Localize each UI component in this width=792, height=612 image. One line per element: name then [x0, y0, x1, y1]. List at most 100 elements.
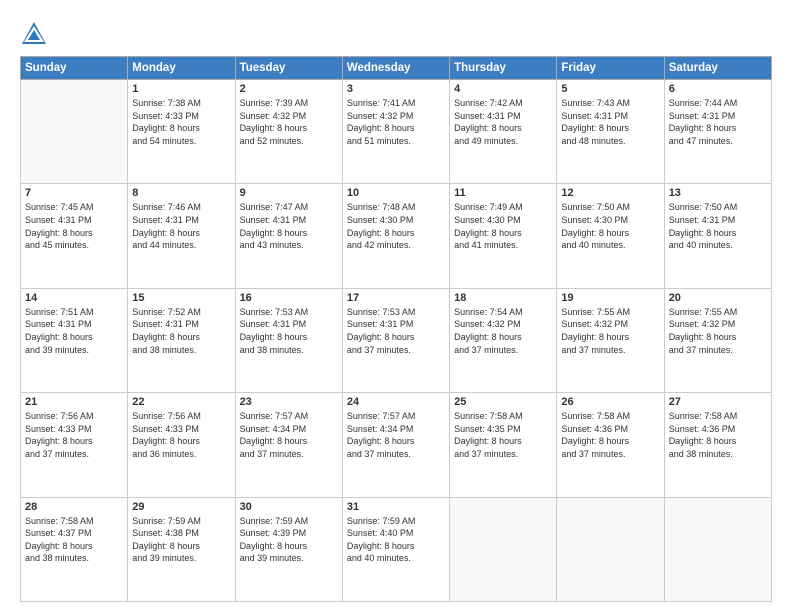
day-number: 20: [669, 292, 767, 304]
day-number: 17: [347, 292, 445, 304]
calendar-cell: [664, 497, 771, 601]
day-number: 19: [561, 292, 659, 304]
day-number: 5: [561, 83, 659, 95]
cell-info: Sunrise: 7:43 AMSunset: 4:31 PMDaylight:…: [561, 97, 659, 147]
cell-info: Sunrise: 7:56 AMSunset: 4:33 PMDaylight:…: [132, 410, 230, 460]
cell-info: Sunrise: 7:55 AMSunset: 4:32 PMDaylight:…: [669, 306, 767, 356]
calendar-cell: 13 Sunrise: 7:50 AMSunset: 4:31 PMDayligh…: [664, 184, 771, 288]
day-number: 15: [132, 292, 230, 304]
day-number: 1: [132, 83, 230, 95]
logo: [20, 20, 52, 48]
cell-info: Sunrise: 7:59 AMSunset: 4:38 PMDaylight:…: [132, 515, 230, 565]
day-number: 13: [669, 187, 767, 199]
calendar-week-row: 21Sunrise: 7:56 AMSunset: 4:33 PMDayligh…: [21, 393, 772, 497]
calendar-cell: 9 Sunrise: 7:47 AMSunset: 4:31 PMDaylight…: [235, 184, 342, 288]
calendar-week-row: 7 Sunrise: 7:45 AMSunset: 4:31 PMDaylight…: [21, 184, 772, 288]
cell-info: Sunrise: 7:38 AMSunset: 4:33 PMDaylight:…: [132, 97, 230, 147]
cell-info: Sunrise: 7:50 AMSunset: 4:30 PMDaylight:…: [561, 201, 659, 251]
day-number: 28: [25, 501, 123, 513]
calendar-cell: 5 Sunrise: 7:43 AMSunset: 4:31 PMDaylight…: [557, 80, 664, 184]
calendar-cell: [557, 497, 664, 601]
cell-info: Sunrise: 7:42 AMSunset: 4:31 PMDaylight:…: [454, 97, 552, 147]
day-number: 12: [561, 187, 659, 199]
day-number: 10: [347, 187, 445, 199]
calendar-cell: 8 Sunrise: 7:46 AMSunset: 4:31 PMDaylight…: [128, 184, 235, 288]
cell-info: Sunrise: 7:55 AMSunset: 4:32 PMDaylight:…: [561, 306, 659, 356]
calendar-cell: 7 Sunrise: 7:45 AMSunset: 4:31 PMDaylight…: [21, 184, 128, 288]
calendar-cell: 23Sunrise: 7:57 AMSunset: 4:34 PMDayligh…: [235, 393, 342, 497]
calendar-cell: 20 Sunrise: 7:55 AMSunset: 4:32 PMDayligh…: [664, 288, 771, 392]
cell-info: Sunrise: 7:48 AMSunset: 4:30 PMDaylight:…: [347, 201, 445, 251]
cell-info: Sunrise: 7:45 AMSunset: 4:31 PMDaylight:…: [25, 201, 123, 251]
calendar-cell: 27 Sunrise: 7:58 AMSunset: 4:36 PMDayligh…: [664, 393, 771, 497]
calendar-cell: 26Sunrise: 7:58 AMSunset: 4:36 PMDayligh…: [557, 393, 664, 497]
calendar-cell: 1 Sunrise: 7:38 AMSunset: 4:33 PMDaylight…: [128, 80, 235, 184]
day-number: 9: [240, 187, 338, 199]
cell-info: Sunrise: 7:58 AMSunset: 4:37 PMDaylight:…: [25, 515, 123, 565]
cell-info: Sunrise: 7:47 AMSunset: 4:31 PMDaylight:…: [240, 201, 338, 251]
day-number: 11: [454, 187, 552, 199]
day-number: 27: [669, 396, 767, 408]
calendar-cell: 18 Sunrise: 7:54 AMSunset: 4:32 PMDayligh…: [450, 288, 557, 392]
cell-info: Sunrise: 7:58 AMSunset: 4:35 PMDaylight:…: [454, 410, 552, 460]
calendar-cell: 28 Sunrise: 7:58 AMSunset: 4:37 PMDayligh…: [21, 497, 128, 601]
page: SundayMondayTuesdayWednesdayThursdayFrid…: [0, 0, 792, 612]
day-number: 14: [25, 292, 123, 304]
calendar-cell: 11 Sunrise: 7:49 AMSunset: 4:30 PMDayligh…: [450, 184, 557, 288]
cell-info: Sunrise: 7:46 AMSunset: 4:31 PMDaylight:…: [132, 201, 230, 251]
day-number: 8: [132, 187, 230, 199]
calendar-cell: 31Sunrise: 7:59 AMSunset: 4:40 PMDayligh…: [342, 497, 449, 601]
cell-info: Sunrise: 7:53 AMSunset: 4:31 PMDaylight:…: [347, 306, 445, 356]
calendar-cell: 24Sunrise: 7:57 AMSunset: 4:34 PMDayligh…: [342, 393, 449, 497]
logo-icon: [20, 20, 48, 48]
day-number: 4: [454, 83, 552, 95]
day-number: 7: [25, 187, 123, 199]
calendar-day-header: Tuesday: [235, 57, 342, 80]
calendar-cell: 14 Sunrise: 7:51 AMSunset: 4:31 PMDayligh…: [21, 288, 128, 392]
cell-info: Sunrise: 7:51 AMSunset: 4:31 PMDaylight:…: [25, 306, 123, 356]
calendar-cell: 4 Sunrise: 7:42 AMSunset: 4:31 PMDaylight…: [450, 80, 557, 184]
day-number: 25: [454, 396, 552, 408]
day-number: 3: [347, 83, 445, 95]
cell-info: Sunrise: 7:39 AMSunset: 4:32 PMDaylight:…: [240, 97, 338, 147]
cell-info: Sunrise: 7:54 AMSunset: 4:32 PMDaylight:…: [454, 306, 552, 356]
calendar-cell: 25 Sunrise: 7:58 AMSunset: 4:35 PMDayligh…: [450, 393, 557, 497]
calendar-table: SundayMondayTuesdayWednesdayThursdayFrid…: [20, 56, 772, 602]
day-number: 30: [240, 501, 338, 513]
cell-info: Sunrise: 7:44 AMSunset: 4:31 PMDaylight:…: [669, 97, 767, 147]
cell-info: Sunrise: 7:52 AMSunset: 4:31 PMDaylight:…: [132, 306, 230, 356]
cell-info: Sunrise: 7:41 AMSunset: 4:32 PMDaylight:…: [347, 97, 445, 147]
day-number: 6: [669, 83, 767, 95]
day-number: 22: [132, 396, 230, 408]
calendar-week-row: 14 Sunrise: 7:51 AMSunset: 4:31 PMDayligh…: [21, 288, 772, 392]
calendar-cell: 10 Sunrise: 7:48 AMSunset: 4:30 PMDayligh…: [342, 184, 449, 288]
day-number: 29: [132, 501, 230, 513]
calendar-header-row: SundayMondayTuesdayWednesdayThursdayFrid…: [21, 57, 772, 80]
cell-info: Sunrise: 7:53 AMSunset: 4:31 PMDaylight:…: [240, 306, 338, 356]
day-number: 18: [454, 292, 552, 304]
calendar-cell: 19 Sunrise: 7:55 AMSunset: 4:32 PMDayligh…: [557, 288, 664, 392]
cell-info: Sunrise: 7:59 AMSunset: 4:39 PMDaylight:…: [240, 515, 338, 565]
cell-info: Sunrise: 7:56 AMSunset: 4:33 PMDaylight:…: [25, 410, 123, 460]
calendar-cell: 6 Sunrise: 7:44 AMSunset: 4:31 PMDaylight…: [664, 80, 771, 184]
calendar-day-header: Friday: [557, 57, 664, 80]
cell-info: Sunrise: 7:50 AMSunset: 4:31 PMDaylight:…: [669, 201, 767, 251]
header: [20, 16, 772, 48]
calendar-cell: 3 Sunrise: 7:41 AMSunset: 4:32 PMDaylight…: [342, 80, 449, 184]
calendar-week-row: 28 Sunrise: 7:58 AMSunset: 4:37 PMDayligh…: [21, 497, 772, 601]
calendar-cell: 30 Sunrise: 7:59 AMSunset: 4:39 PMDayligh…: [235, 497, 342, 601]
day-number: 23: [240, 396, 338, 408]
calendar-cell: 12 Sunrise: 7:50 AMSunset: 4:30 PMDayligh…: [557, 184, 664, 288]
cell-info: Sunrise: 7:49 AMSunset: 4:30 PMDaylight:…: [454, 201, 552, 251]
calendar-cell: 16Sunrise: 7:53 AMSunset: 4:31 PMDayligh…: [235, 288, 342, 392]
day-number: 2: [240, 83, 338, 95]
calendar-day-header: Thursday: [450, 57, 557, 80]
cell-info: Sunrise: 7:58 AMSunset: 4:36 PMDaylight:…: [669, 410, 767, 460]
calendar-cell: 15 Sunrise: 7:52 AMSunset: 4:31 PMDayligh…: [128, 288, 235, 392]
calendar-week-row: 1 Sunrise: 7:38 AMSunset: 4:33 PMDaylight…: [21, 80, 772, 184]
cell-info: Sunrise: 7:59 AMSunset: 4:40 PMDaylight:…: [347, 515, 445, 565]
calendar-cell: 2 Sunrise: 7:39 AMSunset: 4:32 PMDaylight…: [235, 80, 342, 184]
calendar-cell: 21Sunrise: 7:56 AMSunset: 4:33 PMDayligh…: [21, 393, 128, 497]
calendar-cell: 29 Sunrise: 7:59 AMSunset: 4:38 PMDayligh…: [128, 497, 235, 601]
day-number: 26: [561, 396, 659, 408]
